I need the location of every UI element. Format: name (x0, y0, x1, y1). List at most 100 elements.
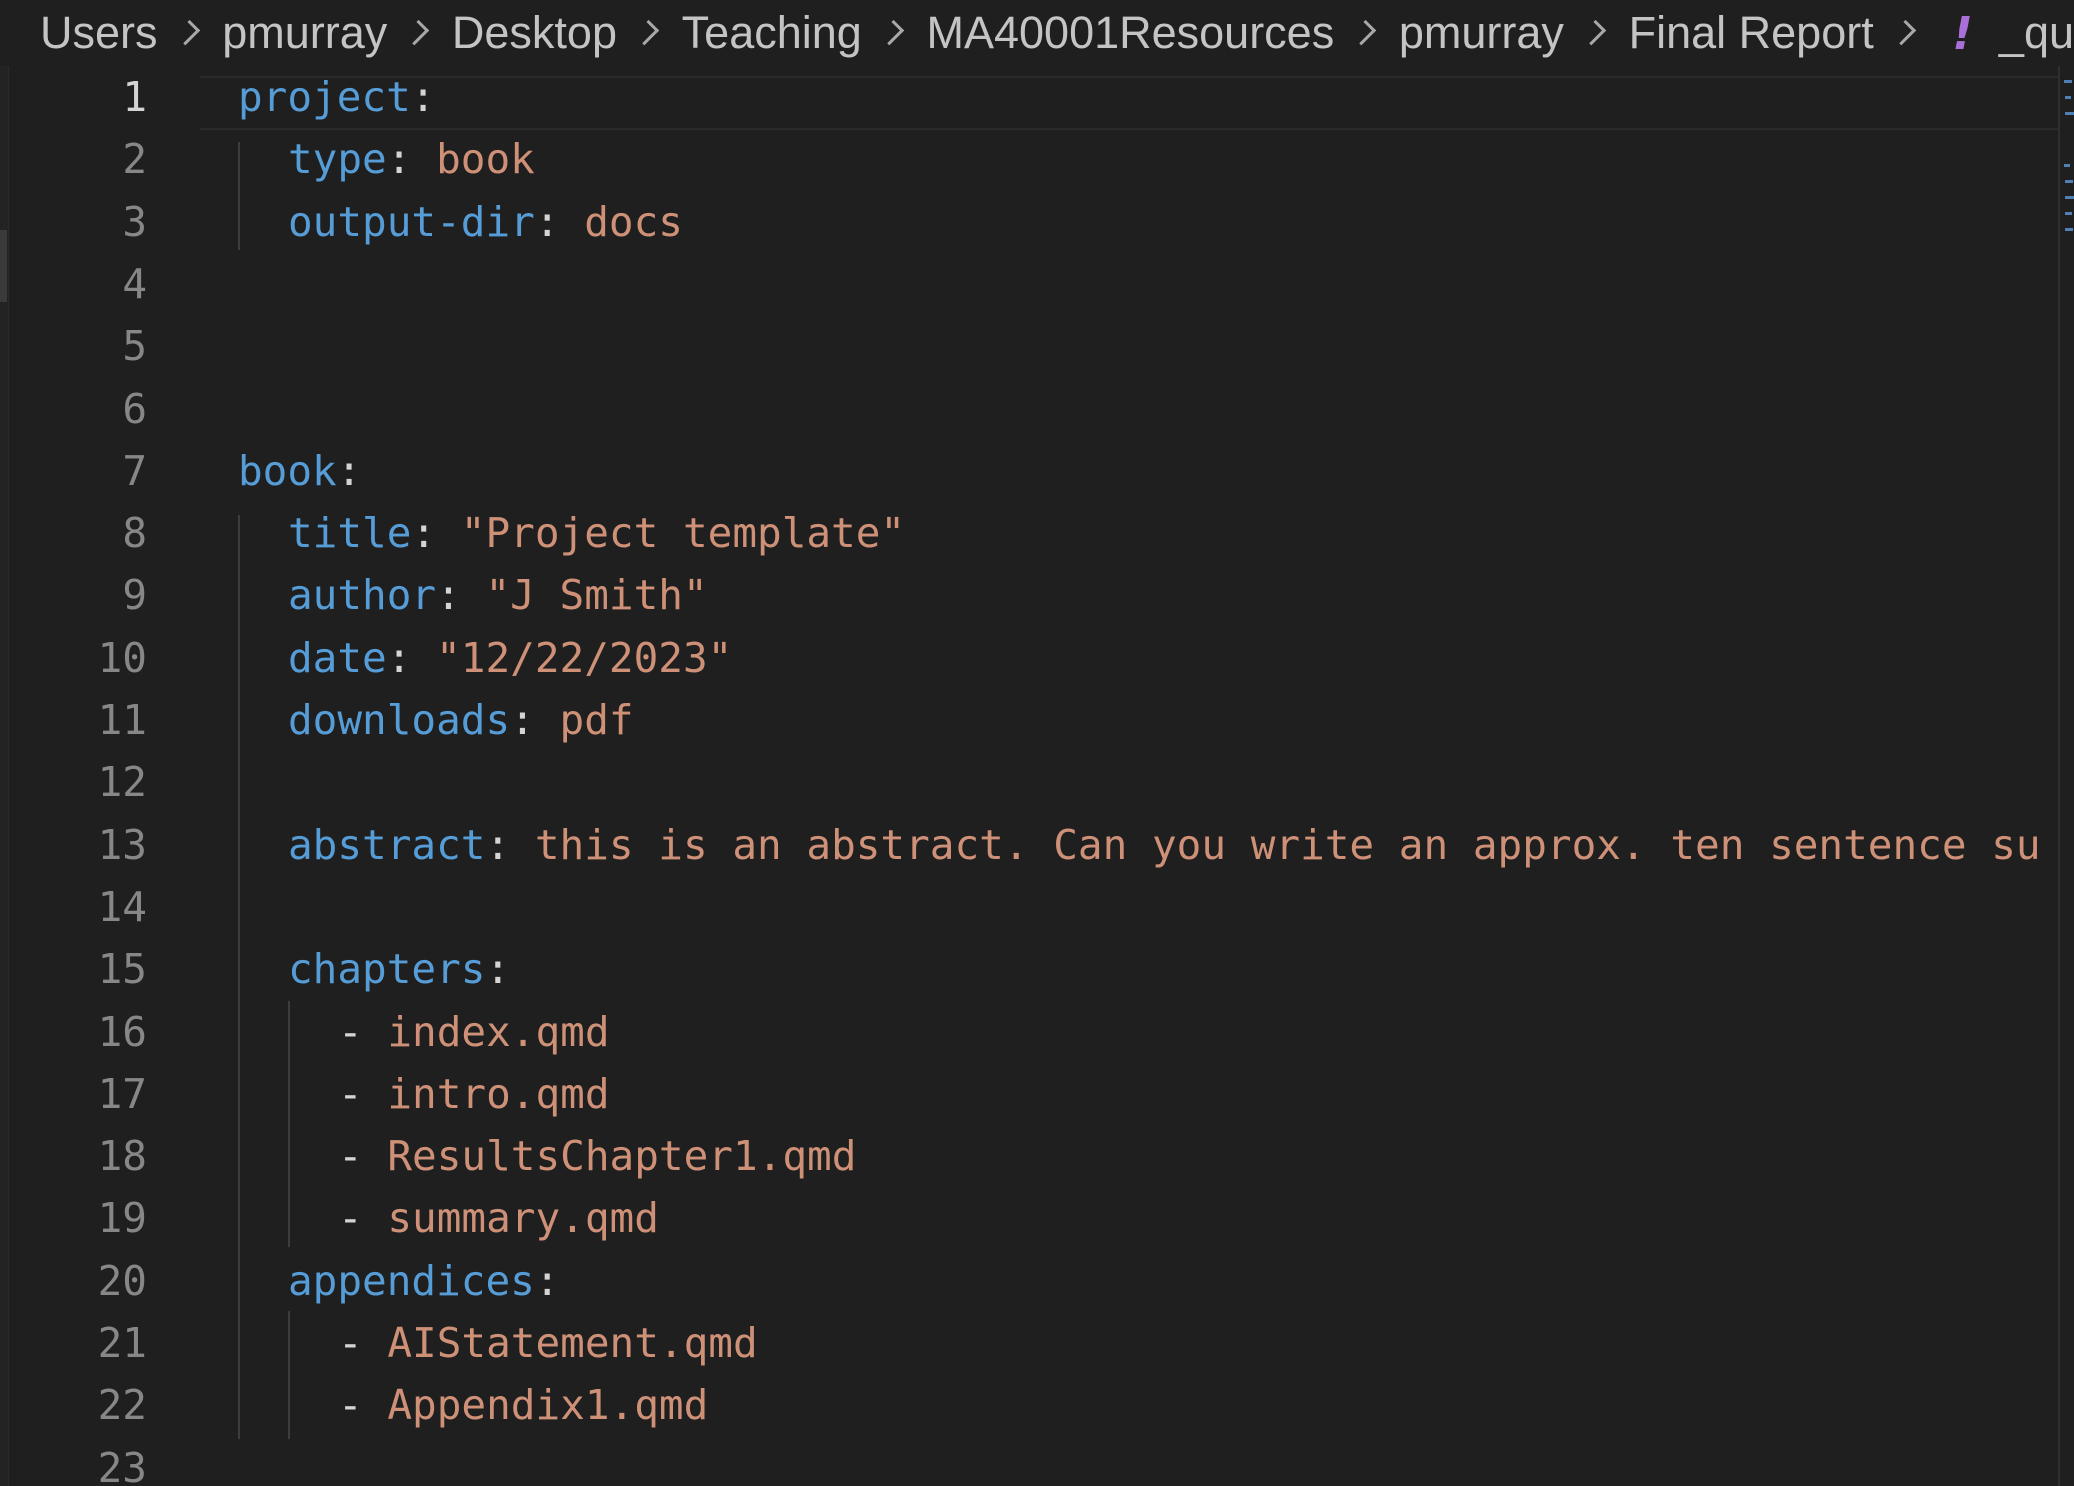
code-editor[interactable]: 1 project: 2 type: book 3 output-dir: docs 4 5 6… (0, 66, 2074, 1486)
yaml-key: chapters (288, 945, 486, 994)
code-content: - summary.qmd (338, 1194, 659, 1242)
code-content: abstract: this is an abstract. Can you w… (288, 821, 2041, 869)
code-content: - index.qmd (338, 1008, 610, 1056)
yaml-value: book (436, 135, 535, 184)
list-dash: - (338, 1132, 388, 1181)
code-line[interactable]: 17 - intro.qmd (0, 1063, 610, 1125)
breadcrumb-item-final-report[interactable]: Final Report (1629, 7, 1874, 59)
minimap[interactable] (2058, 66, 2074, 1486)
yaml-colon: : (386, 633, 437, 682)
chevron-right-icon (403, 19, 430, 45)
code-line[interactable]: 2 type: book (0, 128, 535, 190)
code-content: book: (238, 447, 361, 495)
yaml-value: index.qmd (387, 1007, 610, 1056)
line-number: 9 (122, 571, 147, 620)
line-number: 15 (97, 945, 147, 994)
code-content: title: "Project template" (288, 509, 905, 557)
yaml-value: "Project template" (460, 509, 906, 558)
line-number: 20 (97, 1256, 147, 1305)
line-number: 5 (122, 322, 147, 371)
code-line[interactable]: 16 - index.qmd (0, 1001, 610, 1063)
yaml-colon: : (485, 945, 511, 994)
yaml-value: this is an abstract. Can you write an ap… (534, 820, 2041, 869)
yaml-key: author (288, 571, 437, 620)
yaml-colon: : (534, 1256, 560, 1305)
list-dash: - (338, 1007, 388, 1056)
yaml-value: intro.qmd (387, 1069, 610, 1118)
yaml-value: ResultsChapter1.qmd (387, 1132, 857, 1181)
line-number: 7 (122, 446, 147, 495)
code-content: - Appendix1.qmd (338, 1381, 708, 1429)
line-number: 21 (97, 1319, 147, 1367)
code-line[interactable]: 1 project: (0, 66, 435, 128)
breadcrumb-item-users[interactable]: Users (40, 7, 158, 59)
line-number: 8 (122, 509, 147, 558)
breadcrumb: Users pmurray Desktop Teaching MA40001Re… (0, 0, 2074, 66)
yaml-value: docs (584, 197, 683, 246)
yaml-colon: : (436, 571, 486, 620)
code-content: downloads: pdf (288, 696, 634, 744)
breadcrumb-item-ma40001resources[interactable]: MA40001Resources (926, 7, 1334, 59)
yaml-key: book (238, 446, 337, 495)
current-line-highlight (200, 76, 2060, 130)
breadcrumb-item-desktop[interactable]: Desktop (452, 7, 617, 59)
code-line[interactable]: 13 abstract: this is an abstract. Can you… (0, 814, 2041, 876)
yaml-key: title (288, 509, 412, 558)
chevron-right-icon (633, 19, 659, 45)
code-line[interactable]: 12 (0, 751, 147, 813)
list-dash: - (338, 1319, 388, 1367)
code-line[interactable]: 9 author: "J Smith" (0, 564, 707, 626)
code-line[interactable]: 11 downloads: pdf (0, 689, 634, 751)
line-number: 3 (122, 197, 147, 246)
code-line[interactable]: 5 (0, 315, 147, 377)
line-number: 10 (97, 633, 147, 682)
yaml-colon: : (485, 820, 535, 869)
code-line[interactable]: 4 (0, 253, 147, 315)
code-line[interactable]: 23 (0, 1437, 147, 1486)
yaml-key: date (288, 633, 387, 682)
code-content: output-dir: docs (288, 198, 683, 246)
code-line[interactable]: 21 - AIStatement.qmd (0, 1312, 758, 1374)
code-content: appendices: (288, 1257, 560, 1305)
yaml-colon: : (510, 696, 560, 744)
yaml-colon: : (410, 73, 436, 121)
chevron-right-icon (1580, 19, 1606, 45)
line-number: 6 (122, 384, 147, 433)
yaml-value: "12/22/2023" (436, 633, 733, 682)
yaml-value: Appendix1.qmd (387, 1381, 709, 1430)
breadcrumb-item-pmurray-sub[interactable]: pmurray (1399, 7, 1564, 59)
code-line[interactable]: 10 date: "12/22/2023" (0, 627, 733, 689)
code-line[interactable]: 18 - ResultsChapter1.qmd (0, 1125, 857, 1187)
yaml-key: project (238, 73, 411, 121)
line-number: 14 (97, 882, 147, 931)
breadcrumb-item-file[interactable]: _qu (1999, 7, 2074, 59)
line-number: 17 (97, 1069, 147, 1118)
code-content: - intro.qmd (338, 1070, 610, 1118)
line-number: 22 (97, 1381, 147, 1430)
line-number: 4 (122, 259, 147, 308)
code-line[interactable]: 7 book: (0, 440, 361, 502)
breadcrumb-item-pmurray[interactable]: pmurray (222, 7, 387, 59)
breadcrumb-item-teaching[interactable]: Teaching (682, 7, 862, 59)
code-content: date: "12/22/2023" (288, 634, 732, 682)
code-content: author: "J Smith" (288, 571, 708, 619)
chevron-right-icon (878, 19, 904, 45)
code-line[interactable]: 22 - Appendix1.qmd (0, 1374, 709, 1436)
code-content: chapters: (288, 945, 510, 993)
yaml-colon: : (386, 135, 437, 184)
code-line[interactable]: 14 (0, 876, 147, 938)
line-number: 19 (97, 1194, 147, 1243)
line-number: 23 (97, 1443, 147, 1486)
code-line[interactable]: 15 chapters: (0, 938, 511, 1000)
chevron-right-icon (1350, 19, 1377, 45)
line-number: 16 (97, 1007, 147, 1056)
list-dash: - (338, 1069, 388, 1118)
line-number: 12 (97, 758, 147, 807)
code-line[interactable]: 6 (0, 378, 147, 440)
code-line[interactable]: 19 - summary.qmd (0, 1187, 659, 1249)
yaml-key: downloads (288, 696, 511, 744)
code-line[interactable]: 8 title: "Project template" (0, 502, 905, 564)
code-line[interactable]: 20 appendices: (0, 1250, 560, 1312)
code-content: - AIStatement.qmd (338, 1319, 758, 1367)
code-line[interactable]: 3 output-dir: docs (0, 191, 683, 253)
